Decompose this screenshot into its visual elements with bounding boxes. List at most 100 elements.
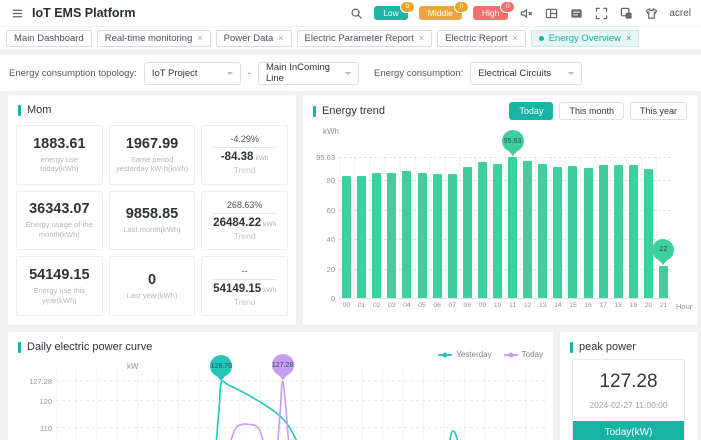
x-tick-label: 18 xyxy=(611,302,626,309)
theme-icon[interactable] xyxy=(644,6,658,20)
daily-curve-svg xyxy=(56,367,546,440)
alarm-low-badge[interactable]: Low 0 xyxy=(374,6,408,20)
curve-marker-pin: 126.76 xyxy=(210,355,232,377)
bar-hour-03[interactable] xyxy=(387,173,396,298)
trend-unit: kWh xyxy=(255,155,268,162)
bar-hour-08[interactable] xyxy=(463,167,472,298)
bar-hour-12[interactable] xyxy=(523,161,532,298)
incoming-line-value: Main InComing Line xyxy=(266,62,339,84)
bar-hour-02[interactable] xyxy=(372,173,381,298)
tab-main-dashboard[interactable]: Main Dashboard xyxy=(6,30,92,47)
bar-hour-20[interactable] xyxy=(644,169,653,298)
bar-hour-04[interactable] xyxy=(402,171,411,298)
document-icon[interactable] xyxy=(569,6,583,20)
curve-marker-pin: 127.28 xyxy=(272,354,294,376)
bar-hour-01[interactable] xyxy=(357,176,366,298)
bar-marker-pin: 22 xyxy=(652,239,674,261)
alarm-high-count: 0 xyxy=(500,1,515,13)
close-icon[interactable] xyxy=(512,33,517,43)
consumption-label: Energy consumption: xyxy=(374,68,463,79)
bar-hour-15[interactable] xyxy=(568,166,577,298)
incoming-line-select[interactable]: Main InComing Line xyxy=(258,62,359,85)
bar-hour-13[interactable] xyxy=(538,164,547,298)
alarm-high-badge[interactable]: High 0 xyxy=(473,6,508,20)
peak-today-button[interactable]: Today(kW) xyxy=(573,421,684,440)
x-axis-unit: Hour xyxy=(676,302,692,311)
legend-label: Today xyxy=(522,350,543,359)
alarm-high-label: High xyxy=(482,8,499,18)
trend-value: 54149.15 xyxy=(213,283,261,295)
bar-slot xyxy=(399,157,414,298)
peak-datetime: 2024-02-27 11:00:00 xyxy=(573,400,684,410)
bar-hour-17[interactable] xyxy=(599,165,608,298)
tab-label: Electric Parameter Report xyxy=(305,33,414,44)
energy-trend-title: Energy trend xyxy=(322,105,385,117)
trend-value: 26484.22 xyxy=(213,217,261,229)
this-month-button[interactable]: This month xyxy=(559,102,624,120)
bar-hour-09[interactable] xyxy=(478,162,487,298)
close-icon[interactable] xyxy=(626,33,631,43)
x-tick-label: 14 xyxy=(550,302,565,309)
bar-hour-16[interactable] xyxy=(584,168,593,298)
this-year-button[interactable]: This year xyxy=(630,102,687,120)
bar-hour-05[interactable] xyxy=(418,173,427,298)
filter-bar: Energy consumption topology: IoT Project… xyxy=(0,55,701,91)
bar-hour-00[interactable] xyxy=(342,176,351,298)
stat-value: 9858.85 xyxy=(126,206,178,222)
tab-power-data[interactable]: Power Data xyxy=(216,30,292,47)
username[interactable]: acrel xyxy=(669,8,691,19)
y-tick-label: 95.63 xyxy=(303,153,335,162)
stat-label: Energy usage of the month(kWh) xyxy=(19,220,100,240)
legend-yesterday[interactable]: Yesterday xyxy=(438,350,491,359)
topology-label: Energy consumption topology: xyxy=(9,68,137,79)
y-tick-label: 60 xyxy=(303,206,335,215)
trend-value: -84.38 xyxy=(221,151,254,163)
bar-hour-18[interactable] xyxy=(614,165,623,298)
tab-electric-report[interactable]: Electric Report xyxy=(437,30,526,47)
bar-slot xyxy=(535,157,550,298)
legend-line-icon xyxy=(438,354,452,356)
tab-electric-parameter-report[interactable]: Electric Parameter Report xyxy=(297,30,433,47)
close-icon[interactable] xyxy=(278,33,283,43)
stat-value: 54149.15 xyxy=(29,267,89,283)
energy-trend-header: Energy trend Today This month This year xyxy=(303,95,697,120)
bar-hour-11[interactable] xyxy=(508,157,517,298)
topology-select[interactable]: IoT Project xyxy=(144,62,241,85)
x-tick-label: 21 xyxy=(656,302,671,309)
tab-realtime-monitoring[interactable]: Real-time monitoring xyxy=(97,30,211,47)
peak-value: 127.28 xyxy=(573,371,684,393)
search-icon[interactable] xyxy=(349,6,363,20)
mute-icon[interactable] xyxy=(519,6,533,20)
x-tick-label: 12 xyxy=(520,302,535,309)
close-icon[interactable] xyxy=(419,33,424,43)
ems-dashboard: IoT EMS Platform Low 0 Middle 0 High 0 xyxy=(0,0,701,440)
filter-separator: - xyxy=(248,68,251,79)
bar-hour-06[interactable] xyxy=(433,174,442,298)
alarm-low-count: 0 xyxy=(400,1,415,13)
x-tick-label: 06 xyxy=(430,302,445,309)
bar-hour-10[interactable] xyxy=(493,164,502,298)
bar-hour-21[interactable] xyxy=(659,266,668,298)
energy-trend-chart: kWh 000102030405060708091011121314151617… xyxy=(303,125,697,325)
alarm-middle-badge[interactable]: Middle 0 xyxy=(419,6,462,20)
chevron-down-icon xyxy=(345,72,351,78)
bar-hour-19[interactable] xyxy=(629,165,638,298)
bar-slot xyxy=(445,157,460,298)
legend-today[interactable]: Today xyxy=(504,350,543,359)
bar-hour-14[interactable] xyxy=(553,167,562,298)
tab-energy-overview[interactable]: Energy Overview xyxy=(531,30,640,47)
menu-icon[interactable] xyxy=(10,6,24,20)
windows-icon[interactable] xyxy=(619,6,633,20)
consumption-select[interactable]: Electrical Circuits xyxy=(470,62,582,85)
stat-value: 1883.61 xyxy=(33,136,85,152)
x-tick-label: 04 xyxy=(399,302,414,309)
close-icon[interactable] xyxy=(197,33,202,43)
curve-yesterday xyxy=(203,381,485,440)
screen-split-icon[interactable] xyxy=(544,6,558,20)
fullscreen-icon[interactable] xyxy=(594,6,608,20)
trend-percent: -4.29% xyxy=(213,134,277,148)
today-button[interactable]: Today xyxy=(509,102,553,120)
bar-slot xyxy=(611,157,626,298)
peak-power-card: 127.28 2024-02-27 11:00:00 Today(kW) xyxy=(572,359,685,440)
bar-hour-07[interactable] xyxy=(448,174,457,298)
